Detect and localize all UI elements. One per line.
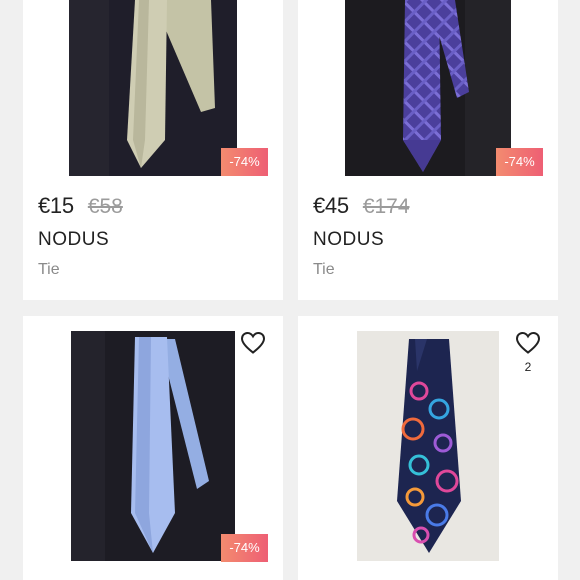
product-card[interactable]: -74% €45 €174 NODUS Tie bbox=[298, 0, 558, 300]
heart-outline-icon bbox=[515, 331, 541, 354]
product-card[interactable]: 2 bbox=[298, 316, 558, 580]
product-card[interactable]: -74% bbox=[23, 316, 283, 580]
price-row: €45 €174 bbox=[313, 193, 410, 219]
product-image[interactable] bbox=[71, 331, 235, 561]
like-button[interactable] bbox=[513, 328, 543, 358]
discount-badge: -74% bbox=[496, 148, 543, 176]
product-image[interactable] bbox=[69, 0, 237, 176]
price: €45 bbox=[313, 193, 349, 218]
brand-name[interactable]: NODUS bbox=[38, 229, 109, 251]
original-price: €58 bbox=[87, 195, 123, 218]
price-row: €15 €58 bbox=[38, 193, 123, 219]
like-count: 2 bbox=[524, 360, 532, 374]
discount-badge: -74% bbox=[221, 148, 268, 176]
discount-badge: -74% bbox=[221, 534, 268, 562]
brand-name[interactable]: NODUS bbox=[313, 229, 384, 251]
product-image[interactable] bbox=[357, 331, 499, 561]
heart-outline-icon bbox=[240, 331, 266, 354]
price: €15 bbox=[38, 193, 74, 218]
product-category: Tie bbox=[38, 261, 60, 278]
product-category: Tie bbox=[313, 261, 335, 278]
product-card[interactable]: -74% €15 €58 NODUS Tie bbox=[23, 0, 283, 300]
original-price: €174 bbox=[362, 195, 410, 218]
product-image[interactable] bbox=[345, 0, 511, 176]
like-button[interactable] bbox=[238, 328, 268, 358]
